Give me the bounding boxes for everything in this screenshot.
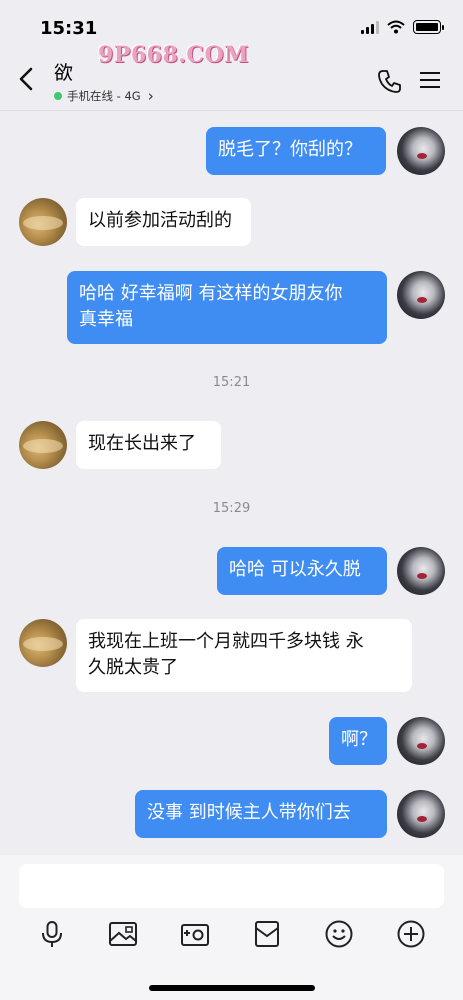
- header-divider: [0, 110, 463, 111]
- message-bubble-sent[interactable]: 啊？: [329, 717, 387, 765]
- my-avatar[interactable]: [397, 547, 445, 595]
- message-line: 真幸福: [79, 309, 133, 330]
- my-avatar[interactable]: [397, 790, 445, 838]
- add-icon[interactable]: [396, 919, 426, 949]
- chat-header: 欲 手机在线 - 4G › 9P668.COM: [0, 42, 463, 110]
- status-icons: [361, 20, 444, 34]
- online-status[interactable]: 手机在线 - 4G ›: [54, 87, 154, 105]
- message-bubble-received[interactable]: 我现在上班一个月就四千多块钱 永 久脱太贵了: [76, 619, 412, 692]
- image-icon[interactable]: [108, 919, 138, 949]
- chevron-right-icon: ›: [147, 87, 154, 105]
- message-bubble-sent[interactable]: 哈哈 好幸福啊 有这样的女朋友你 真幸福: [67, 271, 387, 344]
- message-timestamp: 15:29: [212, 501, 251, 516]
- message-input[interactable]: [19, 864, 444, 908]
- message-bubble-sent[interactable]: 脱毛了？你刮的？: [206, 127, 386, 175]
- watermark-logo: 9P668.COM: [98, 42, 249, 68]
- my-avatar[interactable]: [397, 271, 445, 319]
- online-status-text: 手机在线 - 4G: [67, 89, 141, 103]
- home-indicator: [149, 985, 315, 991]
- phone-icon[interactable]: [377, 68, 403, 94]
- camera-icon[interactable]: [180, 919, 210, 949]
- message-line: 久脱太贵了: [88, 657, 178, 678]
- my-avatar[interactable]: [397, 127, 445, 175]
- message-bubble-sent[interactable]: 没事 到时候主人带你们去: [135, 790, 387, 838]
- contact-avatar[interactable]: [19, 421, 67, 469]
- battery-icon: [413, 20, 444, 34]
- input-area: [0, 855, 463, 1000]
- chat-title[interactable]: 欲: [54, 58, 73, 85]
- menu-icon[interactable]: [419, 70, 441, 90]
- message-bubble-received[interactable]: 现在长出来了: [76, 421, 221, 469]
- online-dot-icon: [54, 92, 62, 100]
- message-line: 哈哈 好幸福啊 有这样的女朋友你: [79, 283, 343, 304]
- message-timestamp: 15:21: [212, 375, 251, 390]
- microphone-icon[interactable]: [37, 919, 67, 949]
- contact-avatar[interactable]: [19, 198, 67, 246]
- wifi-icon: [387, 20, 405, 34]
- my-avatar[interactable]: [397, 717, 445, 765]
- message-bubble-sent[interactable]: 哈哈 可以永久脱: [217, 547, 387, 595]
- back-arrow-icon[interactable]: [14, 64, 40, 94]
- status-time: 15:31: [40, 18, 98, 39]
- signal-icon: [361, 20, 379, 34]
- contact-avatar[interactable]: [19, 619, 67, 667]
- red-packet-icon[interactable]: [252, 919, 282, 949]
- message-line: 我现在上班一个月就四千多块钱 永: [88, 631, 364, 652]
- emoji-icon[interactable]: [324, 919, 354, 949]
- message-bubble-received[interactable]: 以前参加活动刮的: [76, 198, 251, 246]
